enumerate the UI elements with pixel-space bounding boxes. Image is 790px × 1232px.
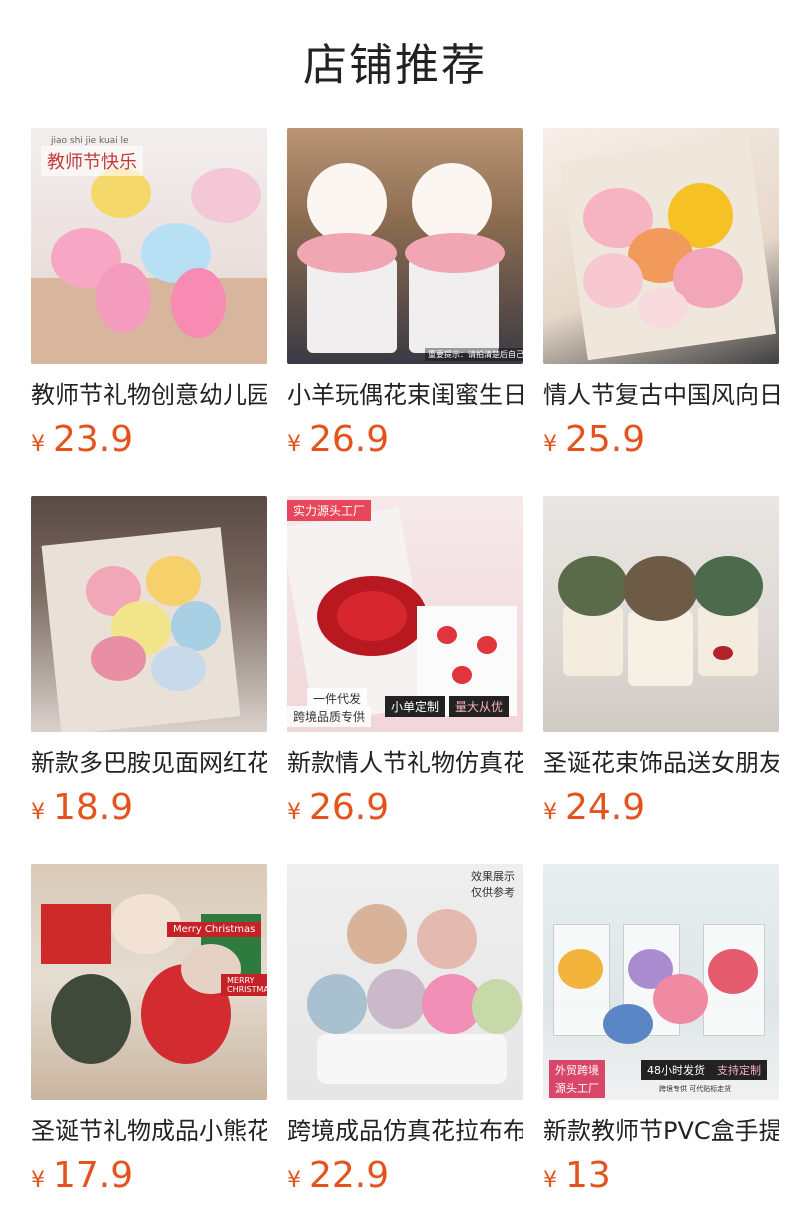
product-name[interactable]: 新款教师节PVC盒手提花束 bbox=[543, 1114, 779, 1148]
price-value: 26.9 bbox=[309, 419, 390, 460]
product-name[interactable]: 圣诞节礼物成品小熊花束 bbox=[31, 1114, 267, 1148]
product-name[interactable]: 小羊玩偶花束闺蜜生日 bbox=[287, 378, 523, 412]
product-price: ¥23.9 bbox=[31, 420, 267, 466]
price-value: 26.9 bbox=[309, 787, 390, 828]
product-card[interactable]: 外贸跨境 源头工厂 48小时发货 支持定制 跨境专供 可代贴标走货 新款教师节P… bbox=[543, 864, 779, 1202]
product-card[interactable]: 实力源头工厂 一件代发 跨境品质专供 小单定制 量大从优 新款情人节礼物仿真花束… bbox=[287, 496, 523, 834]
product-card[interactable]: 效果展示 仅供参考 跨境成品仿真花拉布布花束 ¥22.9 bbox=[287, 864, 523, 1202]
product-name[interactable]: 新款情人节礼物仿真花束 bbox=[287, 746, 523, 780]
product-price: ¥26.9 bbox=[287, 420, 523, 466]
price-value: 23.9 bbox=[53, 419, 134, 460]
product-price: ¥25.9 bbox=[543, 420, 779, 466]
image-text-bulk: 量大从优 bbox=[449, 696, 510, 717]
price-value: 24.9 bbox=[565, 787, 646, 828]
product-name[interactable]: 圣诞花束饰品送女朋友 bbox=[543, 746, 779, 780]
product-image[interactable]: jiao shi jie kuai le 教师节快乐 bbox=[31, 128, 267, 364]
image-text-exclusive: 跨境专供 可代贴标走货 bbox=[659, 1085, 732, 1093]
currency-symbol: ¥ bbox=[287, 800, 301, 825]
image-text-foreign-trade: 外贸跨境 bbox=[549, 1060, 605, 1080]
product-image[interactable] bbox=[31, 496, 267, 732]
product-price: ¥13 bbox=[543, 1156, 779, 1202]
product-card[interactable]: 情人节复古中国风向日葵 ¥25.9 bbox=[543, 128, 779, 466]
product-image[interactable]: 实力源头工厂 一件代发 跨境品质专供 小单定制 量大从优 bbox=[287, 496, 523, 732]
price-value: 17.9 bbox=[53, 1155, 134, 1196]
product-image[interactable]: 效果展示 仅供参考 bbox=[287, 864, 523, 1100]
product-price: ¥17.9 bbox=[31, 1156, 267, 1202]
image-text-reference: 仅供参考 bbox=[471, 886, 515, 899]
currency-symbol: ¥ bbox=[543, 1168, 557, 1193]
image-text-caption: 教师节快乐 bbox=[41, 146, 143, 176]
product-price: ¥22.9 bbox=[287, 1156, 523, 1202]
currency-symbol: ¥ bbox=[31, 800, 45, 825]
store-recommendation-page: 店铺推荐 jiao shi jie kuai le 教师节快乐 教师节礼物创意幼… bbox=[0, 0, 790, 1232]
price-value: 13 bbox=[565, 1155, 611, 1196]
page-title: 店铺推荐 bbox=[303, 40, 487, 91]
product-price: ¥18.9 bbox=[31, 788, 267, 834]
product-price: ¥24.9 bbox=[543, 788, 779, 834]
product-price: ¥26.9 bbox=[287, 788, 523, 834]
product-image[interactable] bbox=[543, 496, 779, 732]
currency-symbol: ¥ bbox=[31, 1168, 45, 1193]
price-value: 25.9 bbox=[565, 419, 646, 460]
product-image[interactable] bbox=[543, 128, 779, 364]
product-image[interactable]: Merry Christmas MERRY CHRISTMAS bbox=[31, 864, 267, 1100]
product-card[interactable]: Merry Christmas MERRY CHRISTMAS 圣诞节礼物成品小… bbox=[31, 864, 267, 1202]
image-text-notice: 重要提示：请拍清楚后自己打造 bbox=[425, 348, 523, 361]
product-name[interactable]: 新款多巴胺见面网红花束 bbox=[31, 746, 267, 780]
product-card[interactable]: jiao shi jie kuai le 教师节快乐 教师节礼物创意幼儿园 ¥2… bbox=[31, 128, 267, 466]
image-text-custom: 小单定制 bbox=[385, 696, 446, 717]
product-card[interactable]: 重要提示：请拍清楚后自己打造 小羊玩偶花束闺蜜生日 ¥26.9 bbox=[287, 128, 523, 466]
image-text-crossborder: 跨境品质专供 bbox=[287, 706, 372, 727]
image-text-merry: Merry Christmas bbox=[167, 922, 262, 937]
product-name[interactable]: 情人节复古中国风向日葵 bbox=[543, 378, 779, 412]
product-image[interactable]: 外贸跨境 源头工厂 48小时发货 支持定制 跨境专供 可代贴标走货 bbox=[543, 864, 779, 1100]
image-text-customize: 支持定制 bbox=[711, 1060, 767, 1080]
currency-symbol: ¥ bbox=[543, 800, 557, 825]
image-text-factory: 实力源头工厂 bbox=[287, 500, 372, 521]
image-text-source-factory: 源头工厂 bbox=[549, 1078, 605, 1098]
product-card[interactable]: 新款多巴胺见面网红花束 ¥18.9 bbox=[31, 496, 267, 834]
product-name[interactable]: 跨境成品仿真花拉布布花束 bbox=[287, 1114, 523, 1148]
product-card[interactable]: 圣诞花束饰品送女朋友 ¥24.9 bbox=[543, 496, 779, 834]
currency-symbol: ¥ bbox=[287, 432, 301, 457]
product-image[interactable]: 重要提示：请拍清楚后自己打造 bbox=[287, 128, 523, 364]
currency-symbol: ¥ bbox=[543, 432, 557, 457]
product-name[interactable]: 教师节礼物创意幼儿园 bbox=[31, 378, 267, 412]
price-value: 22.9 bbox=[309, 1155, 390, 1196]
image-text-merry-caps: MERRY CHRISTMAS bbox=[221, 974, 267, 996]
price-value: 18.9 bbox=[53, 787, 134, 828]
image-text-48h: 48小时发货 bbox=[641, 1060, 711, 1080]
currency-symbol: ¥ bbox=[31, 432, 45, 457]
currency-symbol: ¥ bbox=[287, 1168, 301, 1193]
